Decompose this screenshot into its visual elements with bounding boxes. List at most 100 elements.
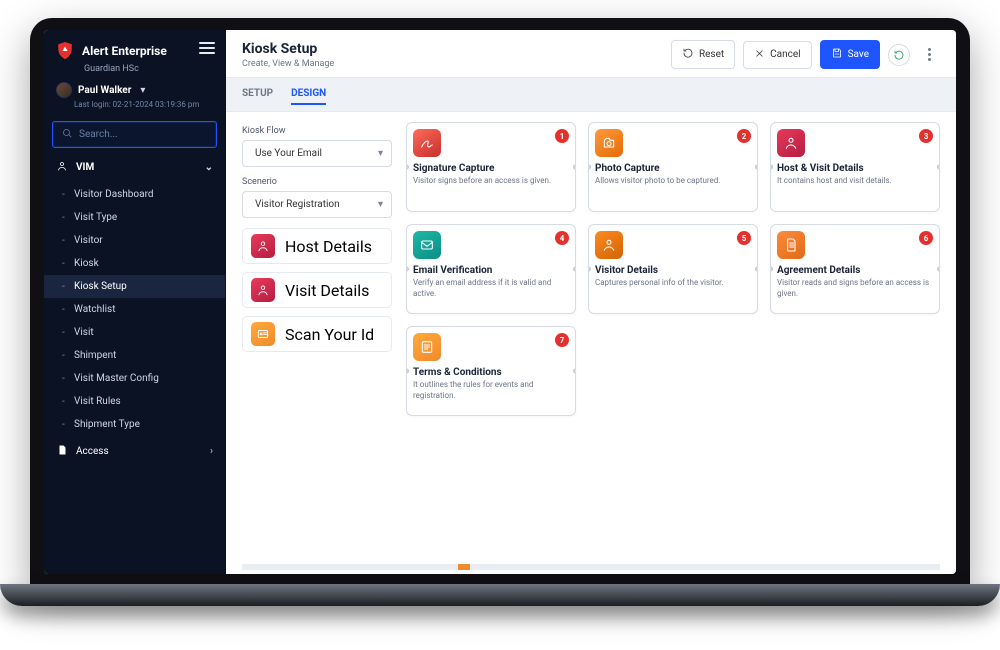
- sidebar-item-shimpent[interactable]: Shimpent: [44, 344, 225, 367]
- tab-setup[interactable]: SETUP: [242, 84, 273, 105]
- cancel-label: Cancel: [770, 49, 800, 60]
- menu-toggle-icon[interactable]: [199, 42, 215, 54]
- header-actions: Reset Cancel Save: [671, 40, 940, 69]
- step-desc: It outlines the rules for events and reg…: [413, 380, 567, 402]
- sidebar-item-visit-rules[interactable]: Visit Rules: [44, 390, 225, 413]
- step-title: Agreement Details: [777, 265, 931, 276]
- more-menu-icon[interactable]: [918, 44, 940, 66]
- app-screen: Alert Enterprise Guardian HSc Paul Walke…: [44, 30, 956, 574]
- sidebar-item-kiosk[interactable]: Kiosk: [44, 252, 225, 275]
- step-title: Terms & Conditions: [413, 367, 567, 378]
- brand: Alert Enterprise: [44, 30, 179, 66]
- step-card-visitor-details[interactable]: 5 Visitor Details Captures personal info…: [588, 224, 758, 314]
- page-header: Kiosk Setup Create, View & Manage Reset …: [226, 30, 956, 77]
- document-icon: [56, 444, 68, 459]
- laptop-base: [0, 584, 1000, 606]
- step-desc: Verify an email address if it is valid a…: [413, 278, 567, 300]
- step-card-terms-conditions[interactable]: 7 Terms & Conditions It outlines the rul…: [406, 326, 576, 416]
- chevron-down-icon: ⌄: [205, 162, 213, 173]
- kiosk-flow-select[interactable]: Use Your Email ▾: [242, 140, 392, 167]
- close-icon: [754, 48, 765, 62]
- user-name: Paul Walker: [78, 85, 131, 96]
- list-item[interactable]: Host Details: [242, 228, 392, 264]
- access-label: Access: [76, 446, 109, 457]
- config-panel: Kiosk Flow Use Your Email ▾ Scenerio Vis…: [242, 122, 392, 556]
- person-icon: [777, 129, 805, 157]
- shield-logo-icon: [56, 40, 74, 62]
- brand-name: Alert Enterprise: [82, 44, 167, 58]
- current-user[interactable]: Paul Walker ▾: [44, 74, 225, 100]
- progress-strip: [242, 564, 940, 570]
- person-icon: [251, 278, 275, 302]
- sidebar-item-watchlist[interactable]: Watchlist: [44, 298, 225, 321]
- brand-subtitle: Guardian HSc: [44, 64, 225, 74]
- avatar-icon: [56, 82, 72, 98]
- camera-icon: [595, 129, 623, 157]
- page-title: Kiosk Setup: [242, 41, 334, 57]
- step-title: Signature Capture: [413, 163, 567, 174]
- sidebar-item-kiosk-setup[interactable]: Kiosk Setup: [44, 275, 225, 298]
- tabs: SETUP DESIGN: [226, 77, 956, 112]
- main: Kiosk Setup Create, View & Manage Reset …: [226, 30, 956, 574]
- step-desc: Captures personal info of the visitor.: [595, 278, 749, 289]
- sidebar-item-visit[interactable]: Visit: [44, 321, 225, 344]
- laptop-frame: Alert Enterprise Guardian HSc Paul Walke…: [30, 18, 970, 588]
- nav-group-vim[interactable]: VIM ⌄: [44, 152, 225, 183]
- nav-group-label: VIM: [76, 162, 94, 173]
- list-item-label: Scan Your Id: [285, 325, 374, 344]
- search-input[interactable]: [79, 129, 208, 140]
- step-number-badge: 5: [737, 231, 751, 245]
- list-item[interactable]: Scan Your Id: [242, 316, 392, 352]
- step-card-signature-capture[interactable]: 1 Signature Capture Visitor signs before…: [406, 122, 576, 212]
- save-label: Save: [848, 49, 869, 60]
- sidebar-item-visit-type[interactable]: Visit Type: [44, 206, 225, 229]
- kiosk-flow-value: Use Your Email: [255, 148, 322, 159]
- caret-down-icon: ▾: [378, 199, 383, 210]
- step-grid: 1 Signature Capture Visitor signs before…: [406, 122, 940, 556]
- sidebar-item-visitor-dashboard[interactable]: Visitor Dashboard: [44, 183, 225, 206]
- sidebar-search[interactable]: [52, 121, 217, 148]
- person-icon: [595, 231, 623, 259]
- scenario-select[interactable]: Visitor Registration ▾: [242, 191, 392, 218]
- step-desc: Visitor signs before an access is given.: [413, 176, 567, 187]
- user-group-icon: [56, 160, 68, 175]
- sidebar-item-visit-master-config[interactable]: Visit Master Config: [44, 367, 225, 390]
- step-card-email-verification[interactable]: 4 Email Verification Verify an email add…: [406, 224, 576, 314]
- refresh-icon: [682, 47, 694, 62]
- tab-design[interactable]: DESIGN: [291, 84, 326, 105]
- sidebar-item-visitor[interactable]: Visitor: [44, 229, 225, 252]
- sync-status-icon[interactable]: [888, 44, 910, 66]
- step-card-photo-capture[interactable]: 2 Photo Capture Allows visitor photo to …: [588, 122, 758, 212]
- chevron-right-icon: ›: [210, 446, 213, 457]
- id-card-icon: [251, 322, 275, 346]
- brand-row: Alert Enterprise: [44, 30, 225, 66]
- step-card-host-visit-details[interactable]: 3 Host & Visit Details It contains host …: [770, 122, 940, 212]
- list-icon: [413, 333, 441, 361]
- step-title: Host & Visit Details: [777, 163, 931, 174]
- content: Kiosk Flow Use Your Email ▾ Scenerio Vis…: [226, 112, 956, 564]
- mail-icon: [413, 231, 441, 259]
- reset-label: Reset: [699, 49, 724, 60]
- step-card-agreement-details[interactable]: 6 Agreement Details Visitor reads and si…: [770, 224, 940, 314]
- signature-icon: [413, 129, 441, 157]
- search-icon: [61, 127, 73, 142]
- caret-down-icon: ▾: [140, 85, 145, 96]
- step-desc: It contains host and visit details.: [777, 176, 931, 187]
- cancel-button[interactable]: Cancel: [743, 41, 811, 69]
- step-number-badge: 7: [555, 333, 569, 347]
- save-button[interactable]: Save: [820, 40, 880, 69]
- save-icon: [831, 47, 843, 62]
- step-number-badge: 4: [555, 231, 569, 245]
- step-number-badge: 1: [555, 129, 569, 143]
- step-number-badge: 6: [919, 231, 933, 245]
- caret-down-icon: ▾: [378, 148, 383, 159]
- list-item[interactable]: Visit Details: [242, 272, 392, 308]
- step-number-badge: 2: [737, 129, 751, 143]
- step-title: Photo Capture: [595, 163, 749, 174]
- sidebar-item-shipment-type[interactable]: Shipment Type: [44, 413, 225, 436]
- person-icon: [251, 234, 275, 258]
- draggable-list: Host Details Visit Details: [242, 228, 392, 352]
- reset-button[interactable]: Reset: [671, 40, 735, 69]
- document-icon: [777, 231, 805, 259]
- nav-group-access[interactable]: Access ›: [44, 436, 225, 467]
